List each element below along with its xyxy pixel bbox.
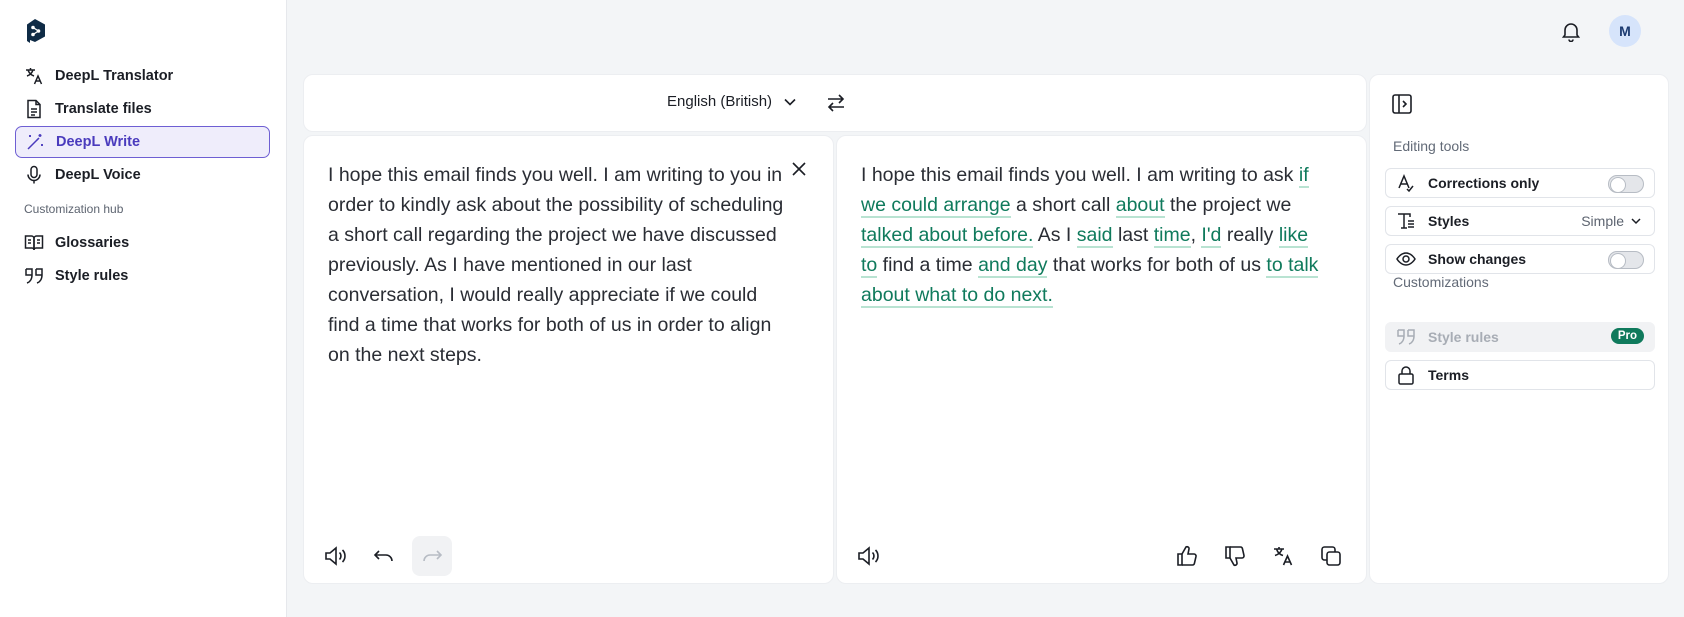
editing-tools-panel: Editing tools Corrections only Styles Si… xyxy=(1369,74,1669,584)
changed-segment[interactable]: said xyxy=(1076,224,1113,248)
sidebar-item-label: DeepL Write xyxy=(56,134,141,150)
deepl-logo-icon[interactable] xyxy=(22,18,48,44)
text-segment: the project we xyxy=(1164,194,1292,216)
translate-text-icon[interactable] xyxy=(1263,536,1303,576)
show-changes-label: Show changes xyxy=(1428,251,1527,267)
source-panel: I hope this email finds you well. I am w… xyxy=(303,135,834,584)
microphone-icon xyxy=(24,165,44,185)
terms-row[interactable]: Terms xyxy=(1385,360,1655,390)
sidebar-item-style-rules[interactable]: Style rules xyxy=(15,260,270,292)
thumbs-up-icon[interactable] xyxy=(1167,536,1207,576)
sidebar: DeepL Translator Translate files DeepL W… xyxy=(0,0,287,617)
sidebar-item-translate-files[interactable]: Translate files xyxy=(15,93,270,125)
sidebar-item-label: Style rules xyxy=(55,268,129,284)
corrections-only-label: Corrections only xyxy=(1428,175,1540,191)
pro-badge: Pro xyxy=(1610,328,1644,344)
text-segment: , xyxy=(1190,224,1202,246)
customization-hub-heading: Customization hub xyxy=(24,202,124,216)
terms-label: Terms xyxy=(1428,367,1469,383)
sidebar-item-deepl-translator[interactable]: DeepL Translator xyxy=(15,60,270,92)
lock-icon xyxy=(1396,365,1416,385)
sidebar-item-label: Glossaries xyxy=(55,235,130,251)
show-changes-row[interactable]: Show changes xyxy=(1385,244,1655,274)
thumbs-down-icon[interactable] xyxy=(1215,536,1255,576)
book-icon xyxy=(24,233,44,253)
magic-wand-icon xyxy=(25,132,45,152)
styles-icon xyxy=(1396,211,1416,231)
eye-icon xyxy=(1396,249,1416,269)
text-segment: As I xyxy=(1033,224,1077,246)
clear-text-close-icon[interactable] xyxy=(790,160,808,178)
copy-icon[interactable] xyxy=(1311,536,1351,576)
listen-source-speaker-icon[interactable] xyxy=(316,536,356,576)
quote-icon xyxy=(24,266,44,286)
chevron-down-icon xyxy=(1631,218,1641,225)
corrections-only-row[interactable]: Corrections only xyxy=(1385,168,1655,198)
changed-segment[interactable]: I'd xyxy=(1201,224,1222,248)
show-changes-toggle[interactable] xyxy=(1608,251,1644,269)
language-label: English (British) xyxy=(667,93,773,110)
changed-segment[interactable]: talked about before. xyxy=(861,224,1034,248)
language-bar: English (British) xyxy=(303,74,1367,132)
sidebar-item-deepl-write[interactable]: DeepL Write xyxy=(15,126,270,158)
corrections-only-toggle[interactable] xyxy=(1608,175,1644,193)
improved-text-output[interactable]: I hope this email finds you well. I am w… xyxy=(861,160,1321,310)
language-select[interactable]: English (British) xyxy=(667,93,798,110)
sidebar-item-label: DeepL Voice xyxy=(55,167,141,183)
sidebar-item-deepl-voice[interactable]: DeepL Voice xyxy=(15,159,270,191)
undo-icon[interactable] xyxy=(364,536,404,576)
bell-icon[interactable] xyxy=(1560,20,1582,42)
styles-label: Styles xyxy=(1428,213,1470,229)
text-segment: a short call xyxy=(1010,194,1116,216)
sidebar-item-label: DeepL Translator xyxy=(55,68,174,84)
style-rules-label: Style rules xyxy=(1428,329,1499,345)
text-segment: that works for both of us xyxy=(1047,254,1267,276)
quote-icon xyxy=(1396,327,1416,347)
changed-segment[interactable]: and day xyxy=(978,254,1048,278)
styles-dropdown[interactable]: Simple xyxy=(1581,213,1642,229)
style-rules-row[interactable]: Style rules Pro xyxy=(1385,322,1655,352)
styles-row[interactable]: Styles Simple xyxy=(1385,206,1655,236)
output-panel: I hope this email finds you well. I am w… xyxy=(836,135,1367,584)
editing-tools-heading: Editing tools xyxy=(1393,138,1470,154)
text-segment: last xyxy=(1112,224,1154,246)
chevron-down-icon xyxy=(782,94,798,110)
text-segment: really xyxy=(1221,224,1279,246)
customizations-heading: Customizations xyxy=(1393,274,1489,290)
spellcheck-icon xyxy=(1396,173,1416,193)
text-segment: find a time xyxy=(877,254,979,276)
avatar[interactable]: M xyxy=(1609,15,1641,47)
listen-output-speaker-icon[interactable] xyxy=(849,536,889,576)
file-icon xyxy=(24,99,44,119)
swap-icon[interactable] xyxy=(825,92,847,114)
sidebar-item-glossaries[interactable]: Glossaries xyxy=(15,227,270,259)
changed-segment[interactable]: time xyxy=(1153,224,1191,248)
collapse-panel-icon[interactable] xyxy=(1391,93,1413,115)
text-segment: I hope this email finds you well. I am w… xyxy=(861,164,1299,186)
source-text-input[interactable]: I hope this email finds you well. I am w… xyxy=(328,160,788,370)
styles-value: Simple xyxy=(1581,213,1624,229)
changed-segment[interactable]: about xyxy=(1115,194,1165,218)
translate-icon xyxy=(24,66,44,86)
sidebar-item-label: Translate files xyxy=(55,101,152,117)
redo-icon[interactable] xyxy=(412,536,452,576)
